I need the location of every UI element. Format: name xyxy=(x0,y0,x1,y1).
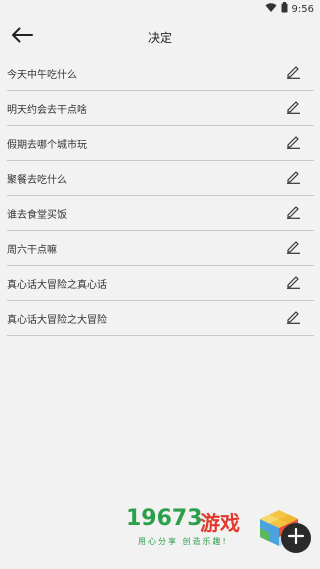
decision-list: 今天中午吃什么 明天约会去干点啥 假期去哪个城市玩 聚餐去吃什么 谁去食堂买饭 … xyxy=(7,56,314,336)
list-item[interactable]: 真心话大冒险之真心话 xyxy=(7,266,314,301)
list-item[interactable]: 周六干点嘛 xyxy=(7,231,314,266)
pencil-icon xyxy=(286,64,301,83)
list-item[interactable]: 假期去哪个城市玩 xyxy=(7,126,314,161)
status-time: 9:56 xyxy=(291,3,314,15)
item-label: 真心话大冒险之大冒险 xyxy=(7,314,107,326)
edit-button[interactable] xyxy=(284,274,302,292)
watermark-number: 19673 xyxy=(126,506,203,531)
pencil-icon xyxy=(286,204,301,223)
list-item[interactable]: 谁去食堂买饭 xyxy=(7,196,314,231)
edit-button[interactable] xyxy=(284,134,302,152)
battery-icon xyxy=(281,2,288,16)
edit-button[interactable] xyxy=(284,169,302,187)
plus-icon xyxy=(287,527,305,549)
pencil-icon xyxy=(286,274,301,293)
edit-button[interactable] xyxy=(284,309,302,327)
list-item[interactable]: 明天约会去干点啥 xyxy=(7,91,314,126)
status-bar: 9:56 xyxy=(0,0,320,18)
list-item[interactable]: 今天中午吃什么 xyxy=(7,56,314,91)
item-label: 真心话大冒险之真心话 xyxy=(7,279,107,291)
edit-button[interactable] xyxy=(284,239,302,257)
watermark-game: 游戏 xyxy=(200,511,240,535)
pencil-icon xyxy=(286,239,301,258)
pencil-icon xyxy=(286,169,301,188)
list-item[interactable]: 聚餐去吃什么 xyxy=(7,161,314,196)
arrow-left-icon xyxy=(11,27,33,47)
edit-button[interactable] xyxy=(284,204,302,222)
add-button[interactable] xyxy=(281,523,311,553)
back-button[interactable] xyxy=(8,24,36,50)
item-label: 今天中午吃什么 xyxy=(7,69,77,81)
item-label: 周六干点嘛 xyxy=(7,244,57,256)
edit-button[interactable] xyxy=(284,64,302,82)
item-label: 谁去食堂买饭 xyxy=(7,209,67,221)
list-item[interactable]: 真心话大冒险之大冒险 xyxy=(7,301,314,336)
pencil-icon xyxy=(286,134,301,153)
wifi-icon xyxy=(265,2,277,16)
edit-button[interactable] xyxy=(284,99,302,117)
page-title: 决定 xyxy=(147,30,172,45)
item-label: 明天约会去干点啥 xyxy=(7,104,87,116)
watermark-logo: 19673 游戏 用心分享 创造乐趣! xyxy=(126,506,266,552)
item-label: 假期去哪个城市玩 xyxy=(7,139,87,151)
item-label: 聚餐去吃什么 xyxy=(7,174,67,186)
pencil-icon xyxy=(286,309,301,328)
pencil-icon xyxy=(286,99,301,118)
app-header: 决定 xyxy=(0,18,320,56)
watermark-slogan: 用心分享 创造乐趣! xyxy=(138,537,228,546)
